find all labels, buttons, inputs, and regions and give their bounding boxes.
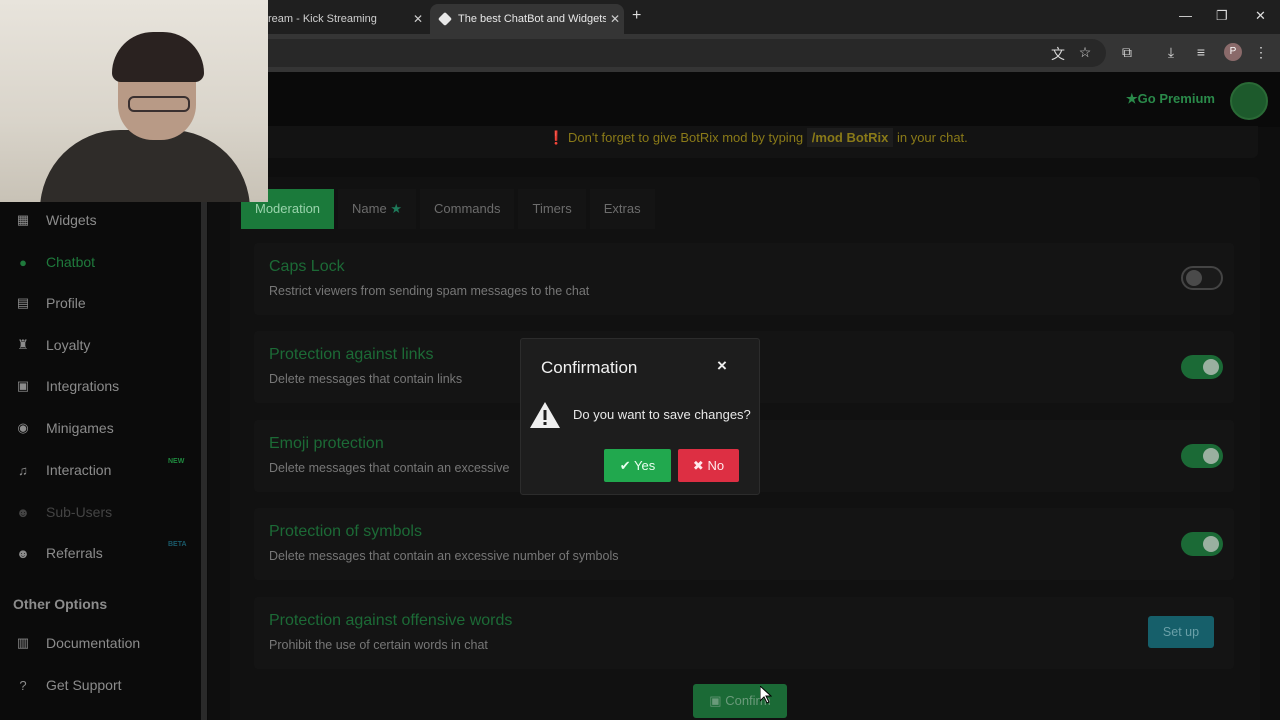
no-button[interactable]: ✖ No bbox=[678, 449, 739, 482]
window-close-button[interactable]: ✕ bbox=[1255, 8, 1266, 24]
mod-command: /mod BotRix bbox=[806, 128, 894, 147]
star-icon: ★ bbox=[1126, 91, 1138, 106]
setting-title: Emoji protection bbox=[269, 435, 384, 452]
save-icon: ▣ bbox=[709, 693, 722, 708]
music-icon: ♫ bbox=[18, 462, 28, 478]
minimize-button[interactable]: — bbox=[1179, 8, 1192, 23]
toggle-knob bbox=[1186, 270, 1202, 286]
setting-description: Restrict viewers from sending spam messa… bbox=[269, 284, 590, 298]
symbols-toggle[interactable] bbox=[1181, 532, 1223, 556]
close-icon[interactable]: × bbox=[717, 356, 727, 376]
sidebar-item-minigames[interactable]: ◉ Minigames bbox=[0, 413, 200, 443]
sidebar: ▦ Widgets ● Chatbot ▤ Profile ♜ Loyalty … bbox=[0, 200, 208, 720]
sidebar-item-loyalty[interactable]: ♜ Loyalty bbox=[0, 330, 200, 360]
sidebar-item-integrations[interactable]: ▣ Integrations bbox=[0, 371, 200, 401]
tab-close-icon[interactable]: ✕ bbox=[606, 12, 624, 26]
user-icon: ☻ bbox=[16, 504, 30, 520]
gamepad-icon: ◉ bbox=[17, 420, 29, 435]
menu-kebab-icon[interactable]: ⋮ bbox=[1252, 44, 1270, 61]
setting-description: Delete messages that contain an excessiv… bbox=[269, 549, 619, 563]
confirm-button[interactable]: ▣ Confirm bbox=[693, 684, 787, 718]
mouse-cursor-icon bbox=[760, 686, 772, 704]
setting-title: Protection against links bbox=[269, 346, 434, 363]
setting-row-caps-lock: Caps Lock Restrict viewers from sending … bbox=[254, 243, 1234, 315]
favicon-icon bbox=[437, 11, 453, 27]
x-icon: ✖ bbox=[692, 458, 704, 473]
setting-description: Delete messages that contain links bbox=[269, 372, 463, 386]
tab-title: ream - Kick Streaming bbox=[268, 13, 377, 25]
browser-tab-botrix[interactable]: The best ChatBot and Widgets f ✕ bbox=[430, 4, 624, 34]
sidebar-item-sub-users[interactable]: ☻ Sub-Users bbox=[0, 497, 200, 527]
extensions-icon[interactable]: ⧉ bbox=[1118, 44, 1136, 61]
tab-timers[interactable]: Timers bbox=[518, 189, 586, 229]
webcam-overlay bbox=[0, 0, 268, 202]
yes-button[interactable]: ✔ Yes bbox=[604, 449, 671, 482]
setting-title: Caps Lock bbox=[269, 258, 345, 275]
question-icon: ? bbox=[19, 677, 27, 693]
screen: ream - Kick Streaming ✕ The best ChatBot… bbox=[0, 0, 1280, 720]
media-control-icon[interactable]: ≡ bbox=[1192, 44, 1210, 60]
address-bar[interactable] bbox=[240, 39, 1106, 67]
tab-commands[interactable]: Commands bbox=[420, 189, 515, 229]
sidebar-scrollbar[interactable] bbox=[201, 200, 207, 720]
sidebar-item-referrals[interactable]: ☻ Referrals BETA bbox=[0, 538, 200, 568]
robot-icon: ● bbox=[19, 254, 27, 270]
restore-button[interactable]: ❐ bbox=[1216, 8, 1228, 24]
sidebar-item-documentation[interactable]: ▥ Documentation bbox=[0, 628, 200, 658]
id-card-icon: ▤ bbox=[16, 295, 30, 310]
emoji-toggle[interactable] bbox=[1181, 444, 1223, 468]
other-options-heading: Other Options bbox=[13, 596, 108, 612]
book-icon: ▥ bbox=[16, 635, 30, 650]
modal-message: Do you want to save changes? bbox=[573, 407, 751, 422]
toggle-knob bbox=[1203, 536, 1219, 552]
toggle-knob bbox=[1203, 359, 1219, 375]
grid-icon: ▦ bbox=[16, 212, 30, 227]
users-icon: ☻ bbox=[16, 545, 30, 561]
go-premium-link[interactable]: ★Go Premium bbox=[1126, 91, 1215, 107]
sidebar-item-widgets[interactable]: ▦ Widgets bbox=[0, 205, 200, 235]
warning-icon bbox=[530, 402, 560, 428]
mod-notice: ❗ Don't forget to give BotRix mod by typ… bbox=[258, 126, 1258, 158]
links-toggle[interactable] bbox=[1181, 355, 1223, 379]
check-icon: ✔ bbox=[619, 458, 631, 473]
confirmation-modal: Confirmation × Do you want to save chang… bbox=[520, 338, 760, 495]
sidebar-item-interaction[interactable]: ♫ Interaction NEW bbox=[0, 455, 200, 485]
user-avatar[interactable] bbox=[1230, 82, 1268, 120]
setting-row-offensive-words: Protection against offensive words Prohi… bbox=[254, 597, 1234, 669]
sidebar-item-get-support[interactable]: ? Get Support bbox=[0, 670, 200, 700]
setting-title: Protection of symbols bbox=[269, 523, 422, 540]
translate-icon[interactable]: 文 bbox=[1049, 44, 1067, 64]
sidebar-item-chatbot[interactable]: ● Chatbot bbox=[0, 247, 200, 277]
sidebar-item-profile[interactable]: ▤ Profile bbox=[0, 288, 200, 318]
star-icon: ★ bbox=[390, 201, 403, 216]
setting-row-symbols: Protection of symbols Delete messages th… bbox=[254, 508, 1234, 580]
tab-title: The best ChatBot and Widgets f bbox=[458, 13, 606, 25]
setting-description: Delete messages that contain an excessiv… bbox=[269, 461, 510, 475]
set-up-button[interactable]: Set up bbox=[1148, 616, 1214, 648]
modal-title: Confirmation bbox=[541, 358, 638, 377]
caps-lock-toggle[interactable] bbox=[1181, 266, 1223, 290]
trophy-icon: ♜ bbox=[17, 337, 29, 352]
info-circle-icon: ❗ bbox=[548, 130, 565, 145]
tab-close-icon[interactable]: ✕ bbox=[409, 12, 427, 26]
plug-icon: ▣ bbox=[16, 378, 30, 393]
bookmark-star-icon[interactable]: ☆ bbox=[1076, 44, 1094, 61]
webcam-person-hair bbox=[112, 32, 204, 82]
beta-badge: BETA bbox=[168, 541, 187, 548]
download-icon[interactable]: ⤓ bbox=[1162, 44, 1180, 61]
settings-tabs: Moderation Name ★ Commands Timers Extras bbox=[241, 189, 659, 229]
new-badge: NEW bbox=[168, 458, 185, 465]
tab-extras[interactable]: Extras bbox=[589, 189, 655, 229]
setting-title: Protection against offensive words bbox=[269, 612, 513, 629]
new-tab-button[interactable]: + bbox=[632, 7, 641, 25]
webcam-person-glasses bbox=[128, 96, 190, 112]
browser-tab-kick[interactable]: ream - Kick Streaming ✕ bbox=[262, 4, 427, 34]
webcam-person-body bbox=[40, 130, 250, 202]
profile-avatar[interactable]: P bbox=[1224, 43, 1242, 61]
setting-description: Prohibit the use of certain words in cha… bbox=[269, 638, 488, 652]
toggle-knob bbox=[1203, 448, 1219, 464]
tab-name[interactable]: Name ★ bbox=[338, 189, 417, 229]
